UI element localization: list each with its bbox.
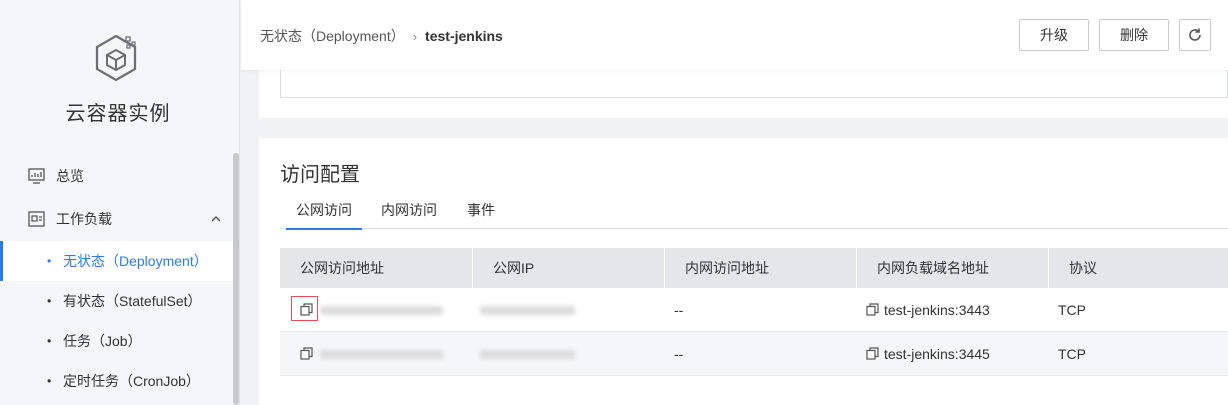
sidebar-item-label: 定时任务（CronJob） — [63, 373, 200, 389]
lb-domain: test-jenkins:3443 — [884, 302, 990, 318]
container-instance-logo-icon — [95, 34, 137, 82]
bullet: • — [47, 334, 52, 348]
bullet: • — [47, 254, 52, 268]
previous-section-card — [259, 70, 1228, 118]
tab-internal-access[interactable]: 内网访问 — [381, 200, 437, 229]
sidebar-item-label: 有状态（StatefulSet） — [63, 293, 202, 309]
previous-section-box — [280, 70, 1228, 98]
sidebar-item-label: 工作负载 — [56, 211, 112, 227]
sidebar-item-deployment[interactable]: • 无状态（Deployment） — [0, 241, 236, 281]
refresh-icon — [1189, 28, 1201, 41]
sidebar-item-overview[interactable]: 总览 — [0, 156, 236, 196]
copy-icon[interactable] — [300, 347, 313, 360]
tab-public-access[interactable]: 公网访问 — [286, 200, 362, 230]
tab-events[interactable]: 事件 — [467, 200, 495, 229]
sidebar-item-label: 无状态（Deployment） — [63, 253, 208, 269]
table-header: 公网访问地址 公网IP 内网访问地址 内网负载域名地址 协议 — [280, 248, 1228, 288]
access-tabs: 公网访问 内网访问 事件 — [280, 200, 1228, 230]
breadcrumb-current: test-jenkins — [425, 28, 503, 44]
breadcrumb-parent-link[interactable]: 无状态（Deployment） — [260, 26, 405, 46]
sidebar-scrollbar[interactable] — [233, 153, 239, 405]
section-title: 访问配置 — [280, 164, 360, 186]
column-header: 内网负载域名地址 — [856, 248, 1048, 288]
sidebar-item-job[interactable]: • 任务（Job） — [0, 321, 236, 361]
breadcrumb: 无状态（Deployment） › test-jenkins — [260, 26, 503, 46]
app-title: 云容器实例 — [65, 103, 171, 125]
bullet: • — [47, 294, 52, 308]
redacted-address — [320, 306, 443, 315]
access-config-card: 访问配置 公网访问 内网访问 事件 公网访问地址 公网IP 内网访问地址 内网负… — [259, 138, 1228, 405]
delete-button[interactable]: 删除 — [1099, 19, 1169, 51]
sidebar-item-label: 任务（Job） — [63, 333, 142, 349]
workload-icon — [28, 211, 45, 227]
table-row: -- test-jenkins:3445 TCP — [280, 332, 1228, 376]
column-header: 协议 — [1048, 248, 1228, 288]
chevron-up-icon[interactable] — [210, 213, 222, 225]
sidebar-item-workload[interactable]: 工作负载 — [0, 199, 236, 239]
column-header: 公网访问地址 — [300, 260, 384, 276]
breadcrumb-separator: › — [412, 28, 418, 44]
copy-icon[interactable] — [866, 347, 879, 360]
sidebar-item-statefulset[interactable]: • 有状态（StatefulSet） — [0, 281, 236, 321]
column-header: 内网访问地址 — [664, 248, 856, 288]
upgrade-button[interactable]: 升级 — [1019, 19, 1089, 51]
copy-icon[interactable] — [866, 303, 879, 316]
redacted-address — [320, 350, 443, 359]
sidebar-item-cronjob[interactable]: • 定时任务（CronJob） — [0, 361, 236, 401]
protocol: TCP — [1058, 346, 1086, 362]
redacted-ip — [480, 306, 575, 315]
sidebar-item-label: 总览 — [56, 168, 84, 184]
page-header: 无状态（Deployment） › test-jenkins 升级 删除 — [241, 0, 1228, 70]
lb-domain: test-jenkins:3445 — [884, 346, 990, 362]
redacted-ip — [480, 350, 575, 359]
internal-address: -- — [674, 302, 684, 318]
copy-icon[interactable] — [300, 303, 313, 316]
protocol: TCP — [1058, 302, 1086, 318]
internal-address: -- — [674, 346, 684, 362]
table-row: -- test-jenkins:3443 TCP — [280, 288, 1228, 332]
refresh-button[interactable] — [1179, 19, 1211, 51]
sidebar: 云容器实例 总览 工作负载 • 无状态（Deployment） • 有状态（St… — [0, 0, 240, 405]
bullet: • — [47, 374, 52, 388]
column-header: 公网IP — [472, 248, 664, 288]
monitor-icon — [28, 168, 45, 184]
